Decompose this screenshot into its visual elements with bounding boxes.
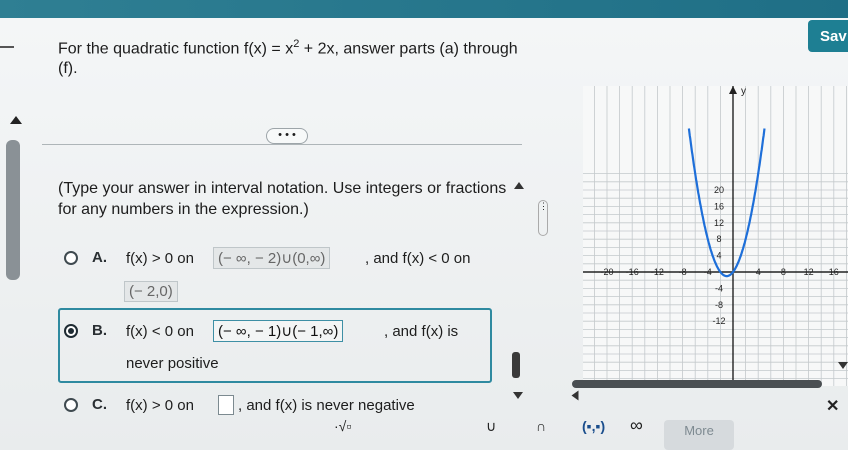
option-b-mid-text: , and f(x) is bbox=[384, 323, 459, 340]
radio-option-b[interactable] bbox=[64, 324, 78, 338]
x-tick-label: -20 bbox=[600, 267, 613, 277]
tool-intersection[interactable]: ∩ bbox=[536, 418, 546, 434]
y-tick-label: -12 bbox=[712, 316, 725, 326]
option-b-text: f(x) < 0 on bbox=[126, 323, 194, 340]
x-tick-label: 12 bbox=[804, 267, 814, 277]
option-a-mid-text: , and f(x) < 0 on bbox=[365, 250, 471, 267]
resize-handle-icon[interactable]: ⋮ bbox=[538, 200, 548, 236]
x-tick-label: 4 bbox=[756, 267, 761, 277]
question-prefix: For the quadratic function f(x) = x bbox=[58, 40, 294, 58]
x-tick-label: 16 bbox=[829, 267, 839, 277]
radio-option-c[interactable] bbox=[64, 398, 78, 412]
math-toolbar: ·√▫ ∪ ∩ (▪,▪) ∞ bbox=[290, 412, 848, 450]
scroll-left-icon[interactable] bbox=[571, 390, 579, 401]
scroll-down-icon[interactable] bbox=[513, 392, 523, 399]
graph-horizontal-scrollbar[interactable] bbox=[572, 380, 822, 388]
y-tick-label: -4 bbox=[715, 283, 723, 293]
tool-infinity[interactable]: ∞ bbox=[630, 415, 643, 436]
option-b-line2-text: never positive bbox=[126, 355, 219, 372]
save-button[interactable]: Sav bbox=[808, 20, 848, 52]
graph-scroll-down-icon[interactable] bbox=[838, 362, 848, 369]
option-b-letter: B. bbox=[92, 322, 107, 339]
collapse-dash-icon[interactable] bbox=[0, 46, 14, 48]
show-more-button[interactable]: • • • bbox=[266, 128, 308, 144]
option-a-text: f(x) > 0 on bbox=[126, 250, 194, 267]
option-a-answer-field[interactable]: (− ∞, − 2)∪(0,∞) bbox=[213, 247, 331, 269]
scroll-up-arrow-icon[interactable] bbox=[10, 116, 22, 124]
middle-scrollbar[interactable] bbox=[512, 352, 520, 378]
option-c-text: f(x) > 0 on bbox=[126, 397, 194, 414]
more-button[interactable]: More bbox=[664, 420, 734, 450]
y-axis-label: y bbox=[741, 86, 746, 97]
tool-union[interactable]: ∪ bbox=[486, 418, 496, 435]
option-c-answer-field[interactable] bbox=[218, 395, 234, 415]
y-tick-label: 8 bbox=[716, 234, 721, 244]
x-tick-label: -16 bbox=[626, 267, 639, 277]
radio-option-a[interactable] bbox=[64, 251, 78, 265]
x-tick-label: -8 bbox=[679, 267, 687, 277]
option-b-answer-field[interactable]: (− ∞, − 1)∪(− 1,∞) bbox=[213, 320, 344, 342]
divider bbox=[42, 144, 522, 145]
x-tick-label: -4 bbox=[704, 267, 712, 277]
left-scrollbar[interactable] bbox=[6, 140, 20, 280]
option-a-answer2-field[interactable]: (− 2,0) bbox=[124, 281, 178, 302]
scroll-up-icon[interactable] bbox=[514, 182, 524, 189]
tool-interval[interactable]: (▪,▪) bbox=[582, 418, 605, 434]
option-a-letter: A. bbox=[92, 249, 107, 266]
top-bar bbox=[0, 0, 848, 18]
y-tick-label: 20 bbox=[714, 185, 724, 195]
y-tick-label: 4 bbox=[716, 251, 721, 261]
question-text: For the quadratic function f(x) = x2 + 2… bbox=[58, 34, 528, 79]
option-c-letter: C. bbox=[92, 396, 107, 413]
y-tick-label: 12 bbox=[714, 218, 724, 228]
tool-nth-root[interactable]: ·√▫ bbox=[334, 418, 351, 434]
y-tick-label: -8 bbox=[715, 300, 723, 310]
x-tick-label: -12 bbox=[651, 267, 664, 277]
function-graph: y 20 16 12 8 4 -4 -8 -12 -20 -16 -12 -8 -4 4 8 12 16 bbox=[583, 86, 848, 386]
instruction-text: (Type your answer in interval notation. … bbox=[58, 180, 507, 218]
y-tick-label: 16 bbox=[714, 201, 724, 211]
x-tick-label: 8 bbox=[781, 267, 786, 277]
